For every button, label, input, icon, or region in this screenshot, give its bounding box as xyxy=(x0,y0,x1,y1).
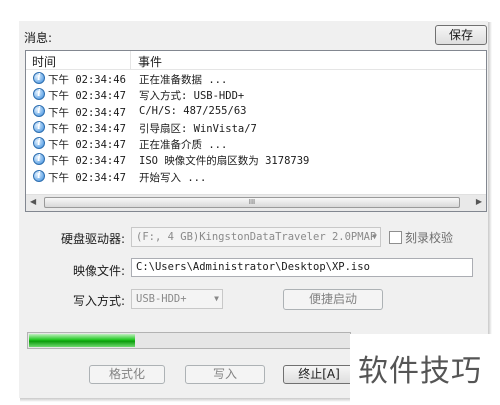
log-row[interactable]: i 下午 02:34:47 引导扇区: WinVista/7 xyxy=(26,119,486,135)
horizontal-scrollbar[interactable]: ◀ III ▶ xyxy=(26,194,486,211)
info-icon: i xyxy=(33,120,45,133)
log-time: 下午 02:34:47 xyxy=(48,139,126,152)
image-file-field[interactable]: C:\Users\Administrator\Desktop\XP.iso xyxy=(131,258,473,277)
log-time: 下午 02:34:47 xyxy=(48,171,126,184)
log-time: 下午 02:34:47 xyxy=(48,155,126,168)
column-divider[interactable] xyxy=(130,51,131,69)
drive-label: 硬盘驱动器: xyxy=(61,232,126,246)
drive-select[interactable]: (F:, 4 GB)KingstonDataTraveler 2.0PMAP ▼ xyxy=(131,227,381,247)
log-time: 下午 02:34:47 xyxy=(48,106,126,119)
log-event: C/H/S: 487/255/63 xyxy=(139,104,247,117)
chevron-down-icon: ▼ xyxy=(214,294,219,303)
info-icon: i xyxy=(33,169,45,182)
info-icon: i xyxy=(33,137,45,150)
log-event: 正在准备介质 ... xyxy=(139,139,228,152)
log-event: 引导扇区: WinVista/7 xyxy=(139,122,257,135)
log-time: 下午 02:34:47 xyxy=(48,122,126,135)
progress-fill xyxy=(29,334,135,347)
verify-label: 刻录校验 xyxy=(405,231,454,245)
log-event: ISO 映像文件的扇区数为 3178739 xyxy=(139,155,310,168)
scroll-right-icon[interactable]: ▶ xyxy=(476,197,482,206)
write-progress-bar xyxy=(27,332,351,349)
drive-value: (F:, 4 GB)KingstonDataTraveler 2.0PMAP xyxy=(136,231,377,243)
message-log-list[interactable]: 时间 事件 i 下午 02:34:46 正在准备数据 ... i 下午 02:34:47… xyxy=(25,50,487,212)
log-event: 写入方式: USB-HDD+ xyxy=(139,90,245,103)
log-event: 正在准备数据 ... xyxy=(139,74,228,86)
log-header: 时间 事件 xyxy=(26,51,486,70)
watermark-text: 软件技巧 xyxy=(358,354,482,389)
scroll-grip: III xyxy=(248,198,256,206)
log-row[interactable]: i 下午 02:34:47 开始写入 ... xyxy=(26,168,486,184)
format-button[interactable]: 格式化 xyxy=(89,365,165,384)
info-icon: i xyxy=(33,88,45,101)
image-file-label: 映像文件: xyxy=(73,264,126,278)
log-row[interactable]: i 下午 02:34:47 写入方式: USB-HDD+ xyxy=(26,86,486,102)
messages-label: 消息: xyxy=(24,31,53,45)
log-rows: i 下午 02:34:46 正在准备数据 ... i 下午 02:34:47 写入方式: … xyxy=(26,70,486,184)
log-row[interactable]: i 下午 02:34:47 ISO 映像文件的扇区数为 3178739 xyxy=(26,151,486,167)
log-event: 开始写入 ... xyxy=(139,171,207,184)
save-log-button[interactable]: 保存 xyxy=(435,25,487,45)
write-method-label: 写入方式: xyxy=(73,294,126,308)
info-icon: i xyxy=(33,104,45,117)
info-icon: i xyxy=(33,153,45,166)
write-method-value: USB-HDD+ xyxy=(136,293,187,305)
stop-button[interactable]: 终止[A] xyxy=(283,365,355,384)
write-button[interactable]: 写入 xyxy=(185,365,265,384)
write-method-select[interactable]: USB-HDD+ ▼ xyxy=(131,289,223,309)
watermark: 软件技巧 xyxy=(350,334,500,405)
log-row[interactable]: i 下午 02:34:47 正在准备介质 ... xyxy=(26,135,486,151)
scroll-left-icon[interactable]: ◀ xyxy=(30,197,36,206)
log-row[interactable]: i 下午 02:34:46 正在准备数据 ... xyxy=(26,70,486,86)
column-header-event[interactable]: 事件 xyxy=(138,53,162,70)
chevron-down-icon: ▼ xyxy=(372,232,377,241)
log-time: 下午 02:34:46 xyxy=(48,74,126,86)
column-header-time[interactable]: 时间 xyxy=(32,53,56,70)
quick-boot-button[interactable]: 便捷启动 xyxy=(283,289,383,310)
scrollbar-thumb[interactable]: III xyxy=(44,197,460,208)
info-icon: i xyxy=(33,72,45,84)
log-time: 下午 02:34:47 xyxy=(48,90,126,103)
log-row[interactable]: i 下午 02:34:47 C/H/S: 487/255/63 xyxy=(26,103,486,119)
verify-checkbox[interactable] xyxy=(389,231,402,244)
